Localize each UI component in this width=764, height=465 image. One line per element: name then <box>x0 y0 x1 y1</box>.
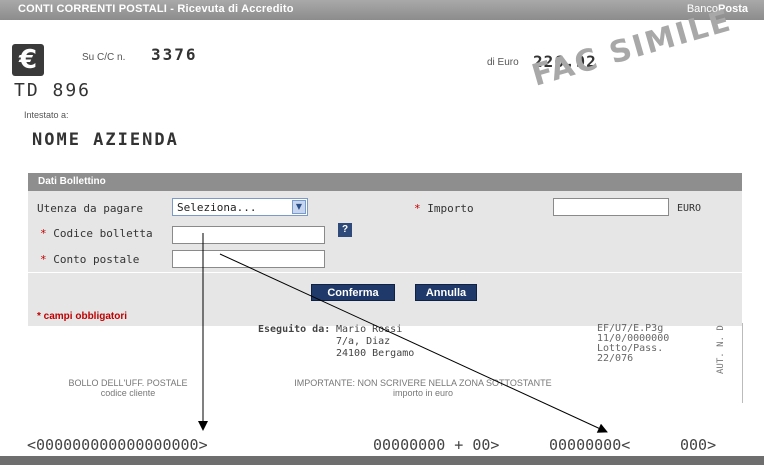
conto-arrow <box>219 253 608 433</box>
guide-arrows <box>198 233 608 433</box>
receipt-page: CONTI CORRENTI POSTALI - Ricevuta di Acc… <box>0 0 764 465</box>
